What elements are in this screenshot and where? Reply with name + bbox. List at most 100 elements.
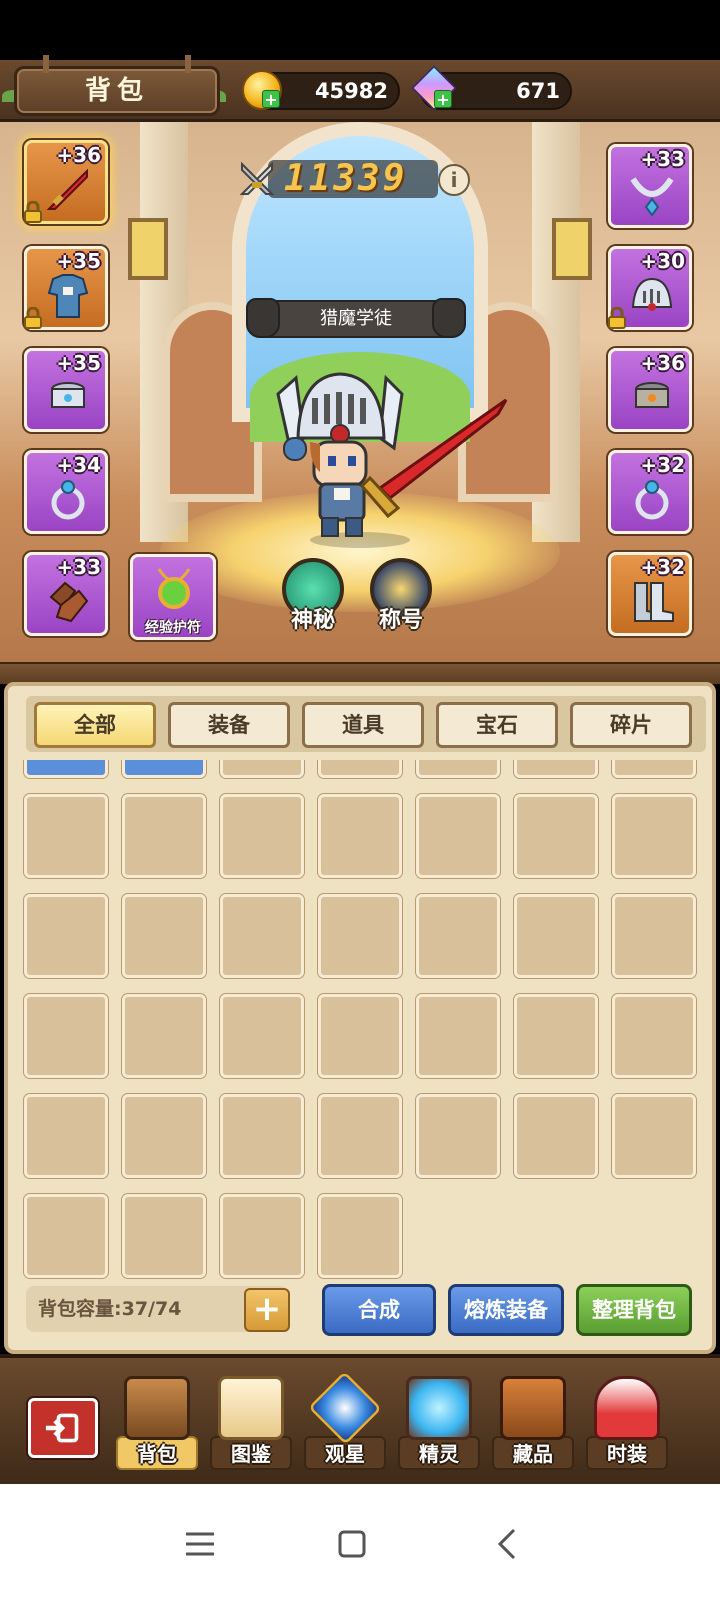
inventory-cell[interactable] <box>122 794 206 878</box>
inventory-item[interactable] <box>122 760 206 778</box>
back-icon[interactable] <box>478 1514 538 1574</box>
amulet-label: 经验护符 <box>145 620 201 636</box>
inventory-cell[interactable] <box>514 894 598 978</box>
inventory-panel: 全部 装备 道具 宝石 碎片 背包容量:37/74 + 合成 熔炼装备 整理背包 <box>4 682 716 1354</box>
star-compass-icon <box>308 1371 382 1445</box>
equip-slot-weapon[interactable]: +36 <box>24 140 108 224</box>
inventory-cell[interactable] <box>122 994 206 1078</box>
nav-codex[interactable]: 图鉴 <box>206 1376 296 1482</box>
title-plate: 背包 <box>14 55 220 116</box>
equip-slot-bracer-right[interactable]: +36 <box>608 348 692 432</box>
inventory-cell[interactable] <box>24 994 108 1078</box>
inventory-cell[interactable] <box>612 760 696 778</box>
lock-icon <box>24 307 42 329</box>
inventory-cell[interactable] <box>122 894 206 978</box>
synthesize-button[interactable]: 合成 <box>322 1284 436 1336</box>
slot-level: +32 <box>640 453 685 477</box>
inventory-tabs: 全部 装备 道具 宝石 碎片 <box>26 696 706 752</box>
inventory-cell[interactable] <box>318 760 402 778</box>
slot-level: +32 <box>640 555 685 579</box>
equip-slot-ring-right[interactable]: +32 <box>608 450 692 534</box>
inventory-cell[interactable] <box>318 1094 402 1178</box>
equip-slot-bracer[interactable]: +35 <box>24 348 108 432</box>
nav-label: 精灵 <box>419 1442 459 1466</box>
gem-counter[interactable]: + 671 <box>411 65 572 111</box>
inventory-cell[interactable] <box>514 1094 598 1178</box>
inventory-cell[interactable] <box>416 1094 500 1178</box>
player-title-plate[interactable]: 猎魔学徒 <box>246 298 466 338</box>
inventory-cell[interactable] <box>514 760 598 778</box>
expand-capacity-button[interactable]: + <box>244 1288 290 1332</box>
sort-inventory-button[interactable]: 整理背包 <box>576 1284 692 1336</box>
inventory-cell[interactable] <box>612 994 696 1078</box>
tab-equipment[interactable]: 装备 <box>168 702 290 748</box>
inventory-cell[interactable] <box>24 894 108 978</box>
system-nav-bar <box>0 1484 720 1600</box>
helmet-icon <box>631 277 673 311</box>
inventory-cell[interactable] <box>24 1094 108 1178</box>
inventory-cell[interactable] <box>318 994 402 1078</box>
exit-button[interactable] <box>28 1398 98 1458</box>
inventory-cell[interactable] <box>220 794 304 878</box>
nav-backpack[interactable]: 背包 <box>112 1376 202 1482</box>
equip-slot-gloves[interactable]: +33 <box>24 552 108 636</box>
status-bar <box>0 0 720 60</box>
tab-all[interactable]: 全部 <box>34 702 156 748</box>
inventory-cell[interactable] <box>122 1194 206 1278</box>
amulet-icon <box>157 568 191 609</box>
inventory-cell[interactable] <box>220 994 304 1078</box>
nav-stargazing[interactable]: 观星 <box>300 1371 390 1482</box>
inventory-cell[interactable] <box>318 1194 402 1278</box>
add-gem-icon[interactable]: + <box>434 90 452 109</box>
inventory-cell[interactable] <box>416 760 500 778</box>
inventory-cell[interactable] <box>220 1194 304 1278</box>
info-icon[interactable]: i <box>438 164 470 196</box>
inventory-cell[interactable] <box>514 994 598 1078</box>
inventory-cell[interactable] <box>122 1094 206 1178</box>
inventory-cell[interactable] <box>514 794 598 878</box>
inventory-cell[interactable] <box>612 894 696 978</box>
title-button[interactable]: 称号 <box>364 558 438 634</box>
equip-slot-armor[interactable]: +35 <box>24 246 108 330</box>
add-gold-icon[interactable]: + <box>262 90 280 109</box>
page-title: 背包 <box>84 76 149 106</box>
exp-amulet-slot[interactable]: 经验护符 <box>130 554 216 640</box>
inventory-cell[interactable] <box>220 1094 304 1178</box>
smelt-button[interactable]: 熔炼装备 <box>448 1284 564 1336</box>
mystery-button[interactable]: 神秘 <box>276 558 350 634</box>
inventory-cell[interactable] <box>612 1094 696 1178</box>
gold-counter[interactable]: + 45982 <box>242 70 400 110</box>
cat-ornament-icon <box>246 298 280 338</box>
inventory-cell[interactable] <box>220 894 304 978</box>
bracer-icon <box>635 382 669 408</box>
menu-icon[interactable] <box>170 1514 230 1574</box>
nav-collection[interactable]: 藏品 <box>488 1376 578 1482</box>
hero-character[interactable] <box>270 368 510 548</box>
equip-slot-helmet[interactable]: +30 <box>608 246 692 330</box>
inventory-cell[interactable] <box>24 1194 108 1278</box>
tab-items[interactable]: 道具 <box>302 702 424 748</box>
equip-slot-necklace[interactable]: +33 <box>608 144 692 228</box>
inventory-cell[interactable] <box>318 794 402 878</box>
header-bar: 背包 + 45982 + 671 <box>0 55 720 122</box>
slot-level: +34 <box>56 453 101 477</box>
inventory-cell[interactable] <box>416 994 500 1078</box>
inventory-item[interactable] <box>24 760 108 778</box>
tab-gems[interactable]: 宝石 <box>436 702 558 748</box>
inventory-cell[interactable] <box>416 794 500 878</box>
inventory-cell[interactable] <box>318 894 402 978</box>
nav-spirits[interactable]: 精灵 <box>394 1376 484 1482</box>
tab-fragments[interactable]: 碎片 <box>570 702 692 748</box>
crossed-swords-icon <box>239 161 275 195</box>
equip-slot-ring[interactable]: +34 <box>24 450 108 534</box>
home-icon[interactable] <box>322 1514 382 1574</box>
inventory-cell[interactable] <box>416 894 500 978</box>
inventory-cell[interactable] <box>220 760 304 778</box>
inventory-cell[interactable] <box>24 794 108 878</box>
nav-fashion[interactable]: 时装 <box>582 1376 672 1482</box>
ring-icon <box>51 480 85 520</box>
slot-level: +33 <box>56 555 101 579</box>
inventory-grid[interactable] <box>20 760 704 1280</box>
inventory-cell[interactable] <box>612 794 696 878</box>
equip-slot-boots[interactable]: +32 <box>608 552 692 636</box>
